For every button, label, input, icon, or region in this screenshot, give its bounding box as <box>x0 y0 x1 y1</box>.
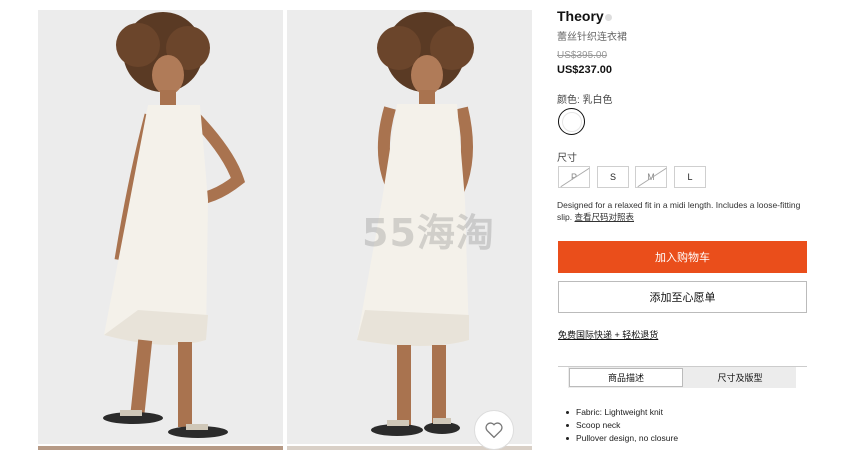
model-photo-side <box>38 10 283 444</box>
brand-name[interactable]: Theory <box>557 8 612 24</box>
thumbnail-strip-left <box>38 446 283 450</box>
tab-size-fit[interactable]: 尺寸及版型 <box>684 367 796 388</box>
product-image-1[interactable] <box>38 10 283 444</box>
tab-bar: 商品描述 尺寸及版型 <box>568 367 796 388</box>
size-option-m[interactable]: M <box>635 166 667 188</box>
add-to-cart-button[interactable]: 加入购物车 <box>558 241 807 273</box>
size-option-p[interactable]: P <box>558 166 590 188</box>
list-item: Scoop neck <box>566 419 678 432</box>
feature-list: Fabric: Lightweight knit Scoop neck Pull… <box>566 406 678 445</box>
heart-icon <box>485 422 503 439</box>
favorite-button[interactable] <box>474 410 514 450</box>
size-guide-link[interactable]: 查看尺码对照表 <box>575 212 635 222</box>
product-title: 蕾丝针织连衣裙 <box>557 32 627 43</box>
color-label: 颜色: 乳白色 <box>557 95 613 106</box>
list-item: Pullover design, no closure <box>566 432 678 445</box>
list-item: Fabric: Lightweight knit <box>566 406 678 419</box>
add-to-wishlist-button[interactable]: 添加至心愿单 <box>558 281 807 313</box>
tab-details[interactable]: 商品描述 <box>569 368 683 387</box>
color-swatch-cream[interactable] <box>558 108 585 135</box>
watermark: 55海淘 <box>362 211 495 255</box>
size-option-l[interactable]: L <box>674 166 706 188</box>
product-description: Designed for a relaxed fit in a midi len… <box>557 199 807 223</box>
sale-price: US$237.00 <box>557 64 613 76</box>
original-price: US$395.00 <box>557 50 608 61</box>
follow-brand-icon[interactable] <box>604 13 612 21</box>
detail-tabs: 商品描述 尺寸及版型 <box>558 366 807 388</box>
brand-label: Theory <box>557 8 604 24</box>
size-option-s[interactable]: S <box>597 166 629 188</box>
shipping-returns-link[interactable]: 免费国际快递 + 轻松退货 <box>558 328 658 341</box>
size-label: 尺寸 <box>557 153 577 164</box>
